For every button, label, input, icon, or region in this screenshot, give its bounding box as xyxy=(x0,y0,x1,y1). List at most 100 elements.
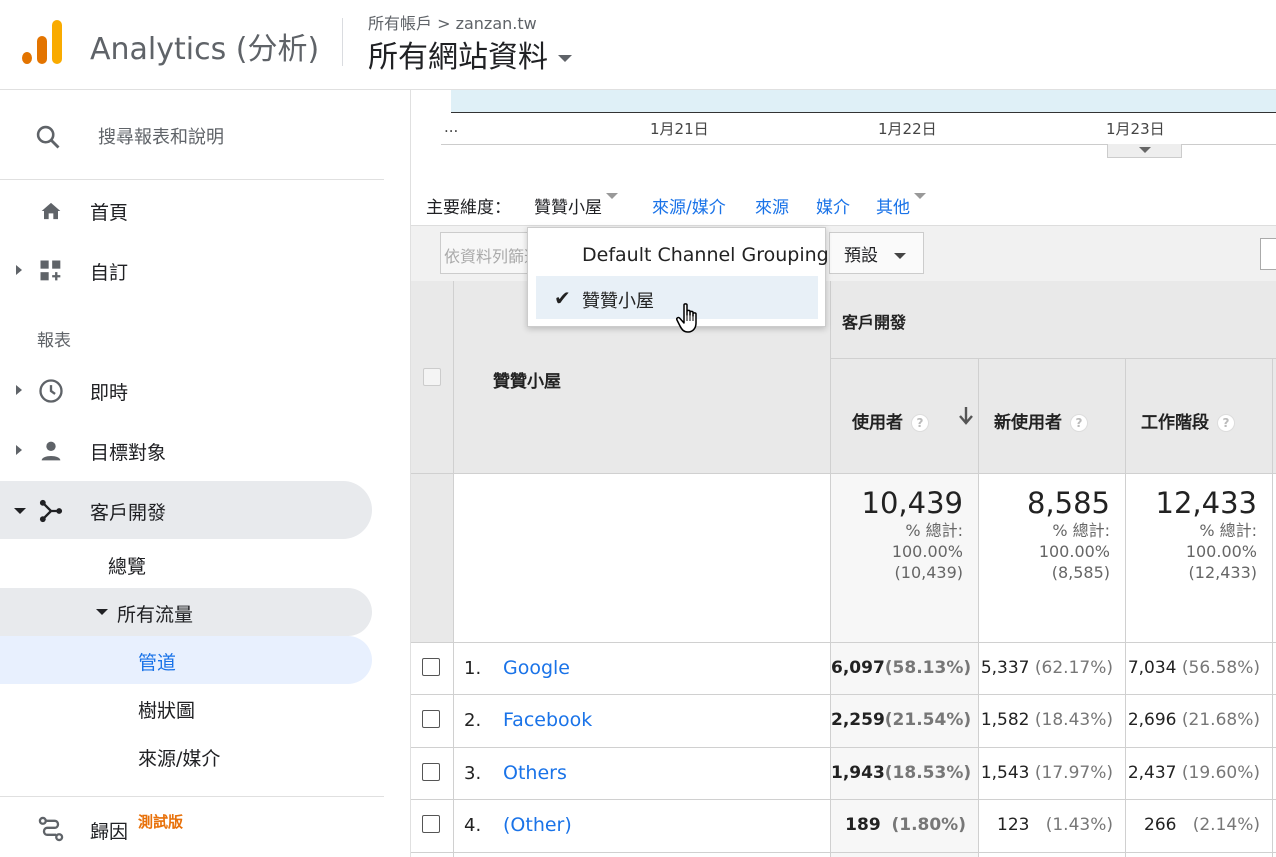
total-value: 8,585 xyxy=(1026,486,1110,520)
sessions-cell: 7,034 (56.58%) xyxy=(1126,658,1260,678)
view-selector[interactable]: 所有網站資料 xyxy=(368,32,572,76)
sidebar-item-source-medium[interactable]: 來源/媒介 xyxy=(0,732,372,780)
row-dimension-link[interactable]: Others xyxy=(503,762,567,784)
dropdown-arrow-icon xyxy=(606,193,618,199)
sidebar-item-label: 管道 xyxy=(138,652,177,674)
row-number: 1. xyxy=(464,658,482,679)
data-table: 贊贊小屋 客戶開發 使用者? 新使用者? 工作階段? 10,439 % 總計: … xyxy=(411,281,1276,857)
sort-descending-icon[interactable] xyxy=(957,405,975,427)
expand-arrow-icon xyxy=(16,385,22,395)
dimension-link-source-medium[interactable]: 來源/媒介 xyxy=(652,193,726,218)
new-users-cell: 1,582 (18.43%) xyxy=(979,710,1113,730)
row-filter-input[interactable]: 依資料列篩選 xyxy=(440,232,540,274)
sidebar-item-realtime[interactable]: 即時 xyxy=(0,361,372,419)
sidebar-item-all-traffic[interactable]: 所有流量 xyxy=(0,588,372,636)
total-sessions: 12,433 % 總計: 100.00% (12,433) xyxy=(1126,486,1257,583)
cell-value: 1,543 xyxy=(980,763,1030,783)
cell-percent: (21.54%) xyxy=(884,710,972,730)
sessions-cell: 2,437 (19.60%) xyxy=(1126,763,1260,783)
help-icon[interactable]: ? xyxy=(1070,414,1088,432)
help-icon[interactable]: ? xyxy=(911,414,929,432)
dropdown-item-label: 贊贊小屋 xyxy=(582,291,654,312)
analytics-logo-icon[interactable] xyxy=(22,20,62,64)
cell-value: 2,696 xyxy=(1127,710,1177,730)
sessions-column-header[interactable]: 工作階段? xyxy=(1141,408,1235,433)
cell-value: 6,097 xyxy=(831,658,885,678)
cell-percent: (21.68%) xyxy=(1181,710,1260,730)
sidebar-item-channels[interactable]: 管道 xyxy=(0,636,372,684)
select-all-checkbox[interactable] xyxy=(423,368,441,386)
clock-icon xyxy=(39,379,63,403)
dropdown-arrow-icon xyxy=(914,193,926,199)
users-column-header[interactable]: 使用者? xyxy=(852,408,929,433)
sidebar-item-label: 目標對象 xyxy=(90,442,167,464)
dropdown-item-default-channel-grouping[interactable]: Default Channel Grouping xyxy=(582,244,829,266)
preset-dropdown-button[interactable]: 預設 xyxy=(829,232,924,274)
cell-value: 1,582 xyxy=(980,710,1030,730)
primary-dimension-current[interactable]: 贊贊小屋 xyxy=(534,193,618,218)
caret-down-icon xyxy=(558,55,572,62)
sidebar-item-home[interactable]: 首頁 xyxy=(0,181,372,239)
timeline-date-label: 1月23日 xyxy=(1106,120,1165,138)
row-dimension-link[interactable]: (Other) xyxy=(503,814,572,836)
cell-percent: (18.43%) xyxy=(1034,710,1113,730)
dimension-link-medium[interactable]: 媒介 xyxy=(816,193,850,218)
sidebar-item-label: 樹狀圖 xyxy=(138,700,196,722)
row-checkbox[interactable] xyxy=(422,763,440,781)
new-users-cell: 1,543 (17.97%) xyxy=(979,763,1113,783)
dimension-link-other-label: 其他 xyxy=(876,198,910,218)
total-label: % 總計: xyxy=(1052,521,1110,540)
new-users-column-header[interactable]: 新使用者? xyxy=(994,408,1088,433)
sidebar-item-label: 即時 xyxy=(90,382,129,404)
new-users-cell: 123 (1.43%) xyxy=(979,815,1113,835)
home-icon xyxy=(41,202,61,220)
row-dimension-link[interactable]: Google xyxy=(503,657,570,679)
total-users: 10,439 % 總計: 100.00% (10,439) xyxy=(831,486,963,583)
sidebar-item-acquisition[interactable]: 客戶開發 xyxy=(0,481,372,539)
sidebar-search[interactable]: 搜尋報表和說明 xyxy=(0,90,384,180)
column-header-label: 工作階段 xyxy=(1141,413,1209,433)
row-dimension-link[interactable]: Facebook xyxy=(503,709,592,731)
reports-section-label: 報表 xyxy=(37,331,71,351)
timeline-chart-area xyxy=(451,90,1276,113)
row-checkbox[interactable] xyxy=(422,815,440,833)
view-toggle-button[interactable] xyxy=(1260,238,1276,270)
users-cell: 6,097(58.13%) xyxy=(831,658,971,678)
sidebar-item-overview[interactable]: 總覽 xyxy=(0,540,372,588)
cell-percent: (19.60%) xyxy=(1181,763,1260,783)
cell-value: 2,259 xyxy=(831,710,885,730)
users-cell: 2,259(21.54%) xyxy=(831,710,971,730)
total-percent: 100.00% xyxy=(891,542,963,561)
total-value: 10,439 xyxy=(861,486,963,520)
cell-value: 189 xyxy=(845,815,881,835)
timeline-expand-handle[interactable] xyxy=(1107,144,1182,158)
total-percent: 100.00% xyxy=(1185,542,1257,561)
dimension-link-other[interactable]: 其他 xyxy=(876,193,926,218)
app-title: Analytics (分析) xyxy=(90,32,320,67)
account-breadcrumb[interactable]: 所有帳戶 > zanzan.tw xyxy=(368,10,537,34)
sidebar-item-label: 來源/媒介 xyxy=(138,748,221,770)
total-new-users: 8,585 % 總計: 100.00% (8,585) xyxy=(979,486,1110,583)
row-checkbox[interactable] xyxy=(422,658,440,676)
users-cell: 189 (1.80%) xyxy=(831,815,966,835)
sidebar-item-audience[interactable]: 目標對象 xyxy=(0,421,372,479)
search-placeholder: 搜尋報表和說明 xyxy=(98,127,224,148)
acquisition-icon xyxy=(39,499,63,523)
sidebar-item-label: 客戶開發 xyxy=(90,502,167,524)
app-header: Analytics (分析) 所有帳戶 > zanzan.tw 所有網站資料 xyxy=(0,0,1276,90)
preset-label: 預設 xyxy=(844,246,878,266)
row-checkbox[interactable] xyxy=(422,710,440,728)
sidebar-item-treemaps[interactable]: 樹狀圖 xyxy=(0,684,372,732)
cell-value: 123 xyxy=(997,815,1030,835)
dimension-link-source[interactable]: 來源 xyxy=(755,193,789,218)
help-icon[interactable]: ? xyxy=(1217,414,1235,432)
sidebar-item-customize[interactable]: 自訂 xyxy=(0,241,372,299)
attribution-icon xyxy=(38,816,64,842)
users-cell: 1,943(18.53%) xyxy=(831,763,971,783)
hand-cursor-icon xyxy=(676,303,697,333)
checkmark-icon: ✔ xyxy=(554,286,571,310)
sidebar-item-attribution[interactable]: 歸因 測試版 xyxy=(0,796,384,857)
total-absolute: (12,433) xyxy=(1188,563,1257,582)
dimension-column-header[interactable]: 贊贊小屋 xyxy=(493,367,561,392)
cell-value: 7,034 xyxy=(1127,658,1177,678)
